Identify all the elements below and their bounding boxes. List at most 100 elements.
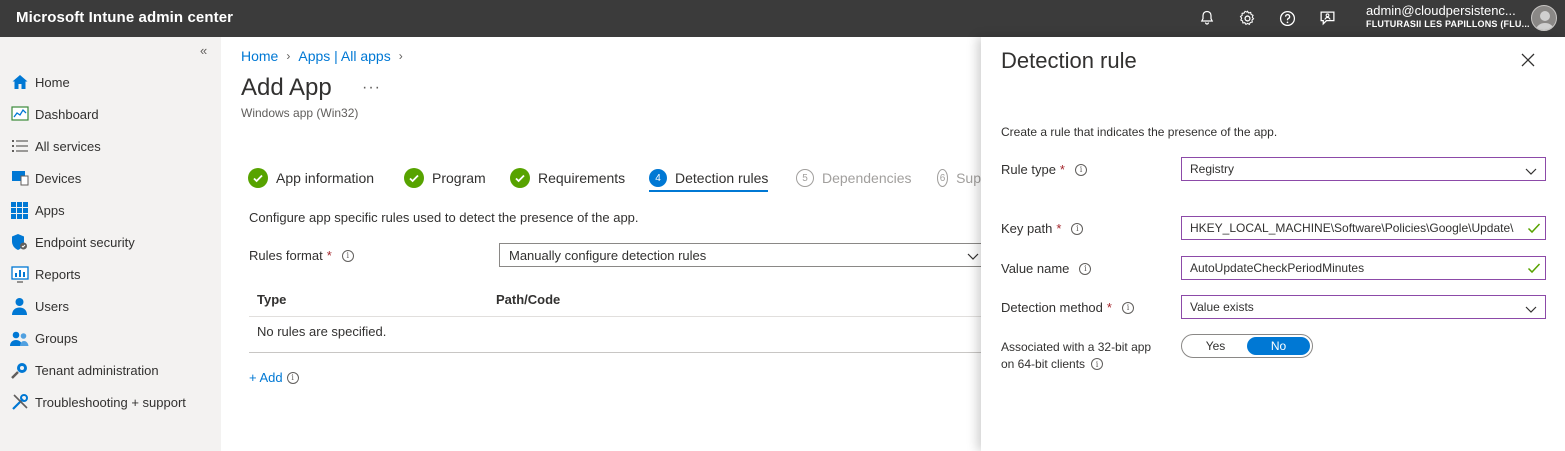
sidebar-item-home[interactable]: Home: [10, 70, 70, 94]
home-icon: [10, 73, 29, 92]
toggle-option-no[interactable]: No: [1247, 337, 1310, 355]
key-path-input[interactable]: HKEY_LOCAL_MACHINE\Software\Policies\Goo…: [1181, 216, 1546, 240]
sidebar-item-all-services[interactable]: All services: [10, 134, 101, 158]
top-bar: Microsoft Intune admin center admin@clou…: [0, 0, 1565, 37]
feedback-icon[interactable]: [1315, 7, 1339, 29]
top-icons: [1195, 7, 1339, 29]
valid-checkmark-icon: [1525, 262, 1541, 277]
rule-type-label: Rule type * i: [1001, 162, 1087, 177]
sidebar-item-dashboard[interactable]: Dashboard: [10, 102, 99, 126]
required-marker: *: [1059, 162, 1065, 177]
panel-title: Detection rule: [1001, 48, 1137, 73]
label-text: Rule type: [1001, 162, 1056, 177]
breadcrumb-all-apps[interactable]: Apps | All apps: [298, 48, 390, 64]
step-label: Sup: [956, 170, 981, 186]
empty-table-message: No rules are specified.: [257, 324, 387, 339]
add-rule-button[interactable]: + Add i: [249, 370, 299, 385]
input-value: AutoUpdateCheckPeriodMinutes: [1190, 261, 1365, 275]
breadcrumb-home[interactable]: Home: [241, 48, 278, 64]
info-icon[interactable]: i: [341, 249, 354, 262]
user-icon: [10, 297, 29, 316]
page-subtitle: Windows app (Win32): [241, 106, 359, 120]
toggle-option-yes[interactable]: Yes: [1184, 337, 1247, 355]
list-icon: [10, 137, 29, 156]
close-icon[interactable]: [1521, 53, 1537, 69]
account-info[interactable]: admin@cloudpersistenc... FLUTURASII LES …: [1366, 3, 1530, 29]
sidebar-item-label: Reports: [35, 266, 81, 282]
step-label: Detection rules: [675, 170, 769, 186]
associated-32bit-toggle[interactable]: Yes No: [1181, 334, 1313, 358]
checkmark-circle-icon: [510, 168, 530, 188]
sidebar-item-label: Users: [35, 298, 69, 314]
rules-format-label: Rules format * i: [249, 248, 354, 263]
key-path-label: Key path * i: [1001, 221, 1084, 236]
checkmark-circle-icon: [248, 168, 268, 188]
label-text: Key path: [1001, 221, 1053, 236]
user-email: admin@cloudpersistenc...: [1366, 3, 1516, 18]
sidebar-item-groups[interactable]: Groups: [10, 326, 78, 350]
info-icon[interactable]: i: [1074, 163, 1087, 176]
rule-type-select[interactable]: Registry: [1181, 157, 1546, 181]
info-icon[interactable]: i: [1121, 301, 1134, 314]
sidebar-item-tenant-administration[interactable]: Tenant administration: [10, 358, 159, 382]
sidebar-item-apps[interactable]: Apps: [10, 198, 65, 222]
step-label: Dependencies: [822, 170, 912, 186]
groups-icon: [10, 329, 29, 348]
step-program[interactable]: Program: [404, 168, 486, 188]
info-icon[interactable]: i: [1091, 358, 1104, 371]
sidebar-item-devices[interactable]: Devices: [10, 166, 81, 190]
add-rule-label: + Add: [249, 370, 283, 385]
breadcrumb: Home › Apps | All apps ›: [241, 48, 403, 64]
chevron-down-icon[interactable]: [967, 249, 979, 264]
help-question-icon[interactable]: [1275, 7, 1299, 29]
step-label: Program: [432, 170, 486, 186]
step-label: App information: [276, 170, 375, 186]
info-icon[interactable]: i: [286, 371, 299, 384]
tools-icon: [10, 393, 29, 412]
label-line: on 64-bit clients: [1001, 356, 1086, 371]
sidebar-item-label: Troubleshooting + support: [35, 394, 186, 410]
step-number: 5: [796, 169, 814, 187]
collapse-sidebar-icon[interactable]: «: [200, 43, 207, 58]
required-marker: *: [1056, 221, 1062, 236]
value-name-input[interactable]: AutoUpdateCheckPeriodMinutes: [1181, 256, 1546, 280]
required-marker: *: [326, 248, 332, 263]
sidebar: « Home Dashboard All services Devices Ap…: [0, 37, 221, 451]
sidebar-item-label: Devices: [35, 170, 82, 186]
detection-rule-panel: Detection rule Create a rule that indica…: [981, 37, 1565, 451]
devices-icon: [10, 169, 29, 188]
step-detection-rules[interactable]: 4 Detection rules: [649, 169, 769, 192]
more-options-icon[interactable]: ···: [362, 79, 381, 97]
step-dependencies[interactable]: 5 Dependencies: [796, 169, 912, 187]
step-app-information[interactable]: App information: [248, 168, 374, 188]
label-text: Detection method: [1001, 300, 1103, 315]
avatar[interactable]: [1531, 5, 1557, 31]
info-icon[interactable]: i: [1071, 222, 1084, 235]
page-title: Add App: [241, 74, 332, 101]
label-text: Value name: [1001, 261, 1070, 276]
rules-format-select[interactable]: Manually configure detection rules: [499, 243, 989, 267]
checkmark-circle-icon: [404, 168, 424, 188]
select-value: Value exists: [1190, 300, 1254, 314]
info-icon[interactable]: i: [1079, 262, 1092, 275]
sidebar-item-endpoint-security[interactable]: Endpoint security: [10, 230, 135, 254]
page-description: Configure app specific rules used to det…: [249, 210, 639, 225]
notification-bell-icon[interactable]: [1195, 7, 1219, 29]
settings-gear-icon[interactable]: [1235, 7, 1259, 29]
input-value: HKEY_LOCAL_MACHINE\Software\Policies\Goo…: [1190, 221, 1514, 235]
chevron-right-icon: ›: [286, 49, 291, 63]
table-row: No rules are specified.: [249, 317, 989, 353]
chevron-right-icon: ›: [398, 49, 403, 63]
column-header-type: Type: [257, 292, 287, 307]
sidebar-item-label: Endpoint security: [35, 234, 135, 250]
sidebar-item-reports[interactable]: Reports: [10, 262, 81, 286]
step-requirements[interactable]: Requirements: [510, 168, 625, 188]
detection-method-select[interactable]: Value exists: [1181, 295, 1546, 319]
sidebar-item-troubleshooting[interactable]: Troubleshooting + support: [10, 390, 186, 414]
sidebar-item-users[interactable]: Users: [10, 294, 69, 318]
label-text: Rules format: [249, 248, 323, 263]
gear-icon: [10, 361, 29, 380]
label-line-row: on 64-bit clients i: [1001, 356, 1151, 373]
app-title[interactable]: Microsoft Intune admin center: [16, 9, 233, 26]
step-supersedence[interactable]: 6 Sup: [937, 169, 981, 187]
